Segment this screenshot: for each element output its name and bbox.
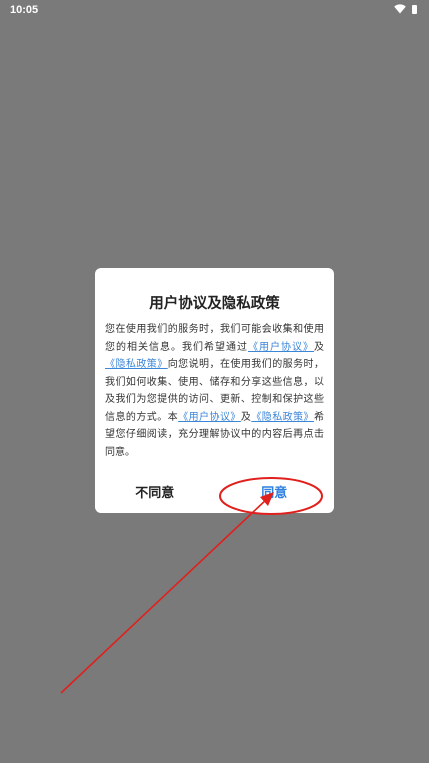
annotation-arrow-line [60, 497, 269, 694]
privacy-policy-link-2[interactable]: 《隐私政策》 [251, 412, 314, 423]
wifi-icon [394, 4, 406, 14]
dialog-body: 您在使用我们的服务时，我们可能会收集和使用您的相关信息。我们希望通过《用户协议》… [105, 321, 324, 461]
status-icons [394, 4, 417, 14]
status-bar: 10:05 [0, 0, 429, 22]
privacy-policy-link[interactable]: 《隐私政策》 [105, 359, 168, 370]
body-text-4: 及 [240, 411, 252, 423]
battery-icon [412, 4, 417, 14]
user-agreement-link-2[interactable]: 《用户协议》 [178, 412, 241, 423]
agree-button[interactable]: 同意 [215, 480, 335, 508]
dialog-buttons: 不同意 同意 [95, 480, 334, 508]
user-agreement-link[interactable]: 《用户协议》 [248, 342, 314, 353]
status-time: 10:05 [10, 4, 39, 16]
dialog-title: 用户协议及隐私政策 [149, 296, 280, 312]
privacy-dialog: 用户协议及隐私政策 您在使用我们的服务时，我们可能会收集和使用您的相关信息。我们… [95, 268, 334, 513]
disagree-button[interactable]: 不同意 [95, 480, 215, 508]
body-text-2: 及 [314, 341, 324, 353]
